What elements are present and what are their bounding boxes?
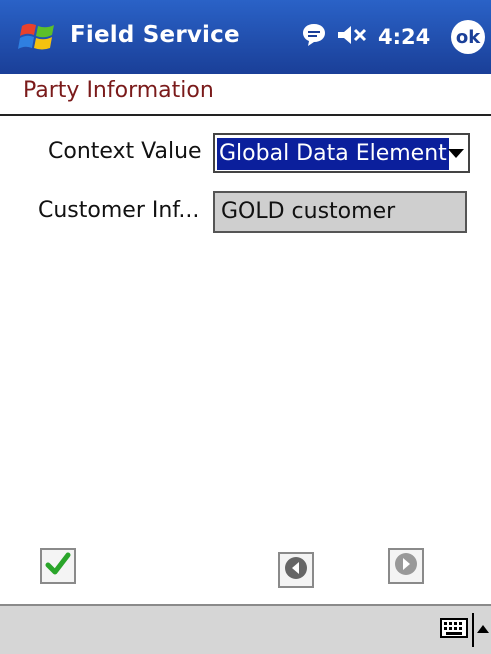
forward-button[interactable] <box>388 548 424 584</box>
keyboard-icon[interactable] <box>440 618 468 638</box>
input-panel-arrow-icon[interactable] <box>471 613 491 647</box>
context-value-label: Context Value <box>48 139 202 164</box>
page-header: Party Information <box>0 74 491 116</box>
customer-info-label: Customer Inf... <box>38 198 200 223</box>
ok-button[interactable]: ok <box>451 20 485 54</box>
app-title: Field Service <box>70 22 240 48</box>
message-icon[interactable] <box>300 21 328 53</box>
windows-start-icon[interactable] <box>18 20 58 54</box>
context-value-selected: Global Data Element <box>217 138 449 170</box>
page-title: Party Information <box>23 78 214 103</box>
clock[interactable]: 4:24 <box>378 25 430 49</box>
status-area: 4:24 <box>300 20 430 54</box>
checkmark-icon <box>45 551 71 581</box>
save-button[interactable] <box>40 548 76 584</box>
customer-info-field: GOLD customer <box>213 191 467 233</box>
menu-bar <box>0 604 491 654</box>
back-button[interactable] <box>278 552 314 588</box>
context-value-select[interactable]: Global Data Element <box>213 133 470 173</box>
title-bar: Field Service 4:24 ok <box>0 0 491 74</box>
forward-arrow-icon <box>394 552 418 580</box>
back-arrow-icon <box>284 556 308 584</box>
chevron-down-icon[interactable] <box>448 149 464 158</box>
speaker-muted-icon[interactable] <box>336 23 370 51</box>
